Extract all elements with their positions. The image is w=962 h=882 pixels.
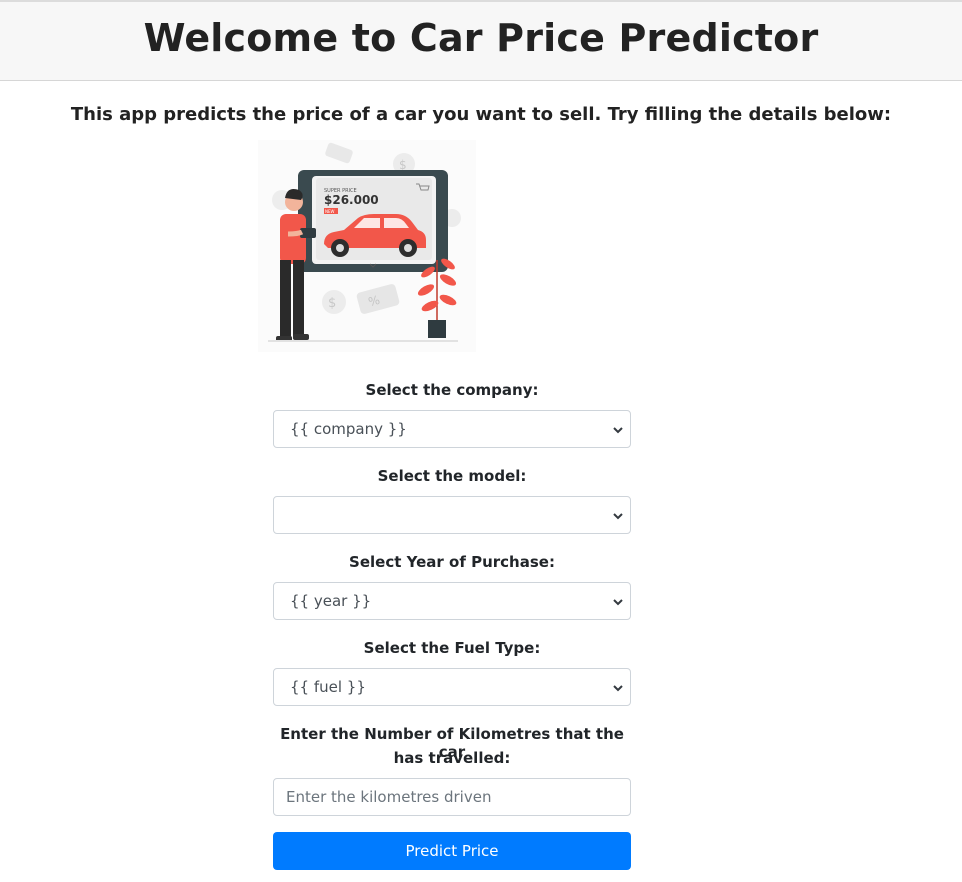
company-select-value: {{ company }} xyxy=(290,420,407,438)
year-label: Select Year of Purchase: xyxy=(349,553,555,571)
chevron-down-icon xyxy=(613,513,623,520)
intro-text: This app predicts the price of a car you… xyxy=(70,104,892,125)
company-select[interactable]: {{ company }} xyxy=(273,410,631,448)
car-sale-illustration: $ $ % SUPER PRICE $26.000 NEW xyxy=(258,140,476,352)
car-sale-illustration-svg: $ $ % SUPER PRICE $26.000 NEW xyxy=(258,140,476,352)
chevron-down-icon xyxy=(613,599,623,606)
fuel-select-value: {{ fuel }} xyxy=(290,678,366,696)
svg-text:$: $ xyxy=(328,296,336,311)
chevron-down-icon xyxy=(613,427,623,434)
km-input[interactable] xyxy=(273,778,631,816)
year-select[interactable]: {{ year }} xyxy=(273,582,631,620)
page-title: Welcome to Car Price Predictor xyxy=(143,16,819,60)
model-label: Select the model: xyxy=(377,467,527,485)
predict-price-button[interactable]: Predict Price xyxy=(273,832,631,870)
chevron-down-icon xyxy=(613,685,623,692)
svg-text:$: $ xyxy=(399,158,407,172)
model-select[interactable] xyxy=(273,496,631,534)
fuel-label: Select the Fuel Type: xyxy=(363,639,541,657)
page-header: Welcome to Car Price Predictor xyxy=(0,0,962,81)
new-badge: NEW xyxy=(325,209,335,214)
year-select-value: {{ year }} xyxy=(290,592,372,610)
km-label-line2: has travelled: xyxy=(393,749,511,767)
fuel-select[interactable]: {{ fuel }} xyxy=(273,668,631,706)
company-label: Select the company: xyxy=(365,381,539,399)
price-value: $26.000 xyxy=(324,193,379,207)
